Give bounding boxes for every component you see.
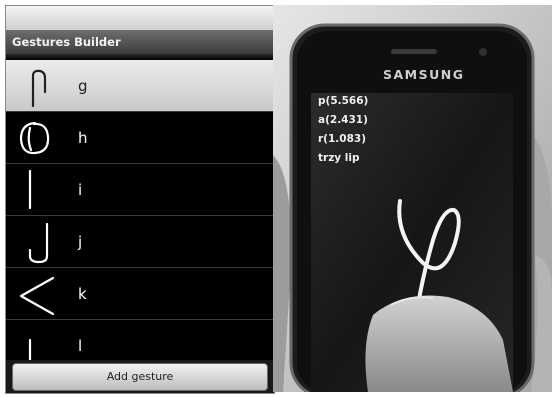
gesture-row-g[interactable]: g — [6, 60, 274, 112]
phone-photo: SAMSUNG p(5.566) a(2.431) r(1.083) trzy … — [273, 5, 552, 392]
gesture-row-k[interactable]: k — [6, 268, 274, 320]
readout-r: r(1.083) — [318, 133, 366, 145]
gesture-label: i — [78, 181, 83, 199]
readout-a: a(2.431) — [318, 114, 368, 126]
gesture-label: h — [78, 129, 88, 147]
add-gesture-button[interactable]: Add gesture — [12, 363, 268, 391]
gesture-row-j[interactable]: j — [6, 216, 274, 268]
gesture-j-icon — [28, 222, 49, 264]
bottom-bar: Add gesture — [6, 360, 274, 393]
gesture-i-icon — [28, 169, 32, 210]
recognized-text: trzy lip — [318, 152, 360, 164]
gesture-row-i[interactable]: i — [6, 164, 274, 216]
gestures-builder-app: Gestures Builder g h i j k l Add gesture — [5, 5, 275, 394]
gesture-l-icon — [28, 338, 32, 360]
gesture-h-icon — [19, 121, 50, 155]
gesture-k-icon — [19, 276, 55, 316]
gesture-label: g — [78, 77, 88, 95]
readout-p: p(5.566) — [318, 95, 369, 107]
app-title: Gestures Builder — [6, 30, 274, 54]
gesture-label: k — [78, 285, 87, 303]
gesture-label: j — [78, 233, 83, 251]
gesture-label: l — [78, 337, 83, 355]
gesture-g-icon — [31, 69, 47, 108]
status-bar — [6, 6, 274, 30]
gesture-row-l[interactable]: l — [6, 320, 274, 360]
gesture-list: g h i j k l — [6, 60, 274, 360]
samsung-logo: SAMSUNG — [383, 67, 465, 82]
gesture-row-h[interactable]: h — [6, 112, 274, 164]
phone-illustration — [273, 5, 552, 392]
screenshot-frame: Gestures Builder g h i j k l Add gesture… — [0, 0, 557, 397]
